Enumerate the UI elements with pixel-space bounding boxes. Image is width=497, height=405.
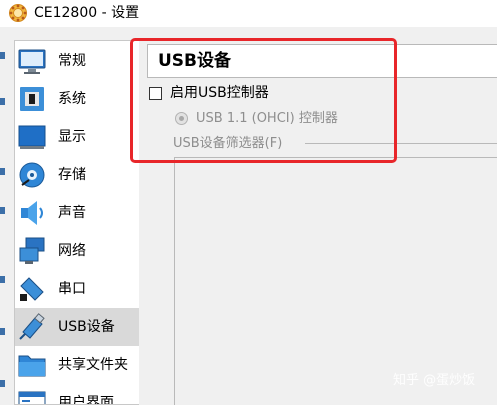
user-interface-icon [18, 391, 46, 404]
speaker-icon [21, 201, 43, 225]
title-bar: CE12800 - 设置 [0, 0, 497, 27]
sidebar-item-shared-folders[interactable]: 共享文件夹 [15, 346, 139, 384]
folder-icon [18, 355, 46, 377]
sidebar-item-label: 系统 [58, 91, 86, 107]
sidebar-item-serial[interactable]: 串口 [15, 270, 139, 308]
display-icon [18, 125, 46, 149]
background-window-edge [0, 40, 6, 405]
sidebar-item-label: 显示 [58, 129, 86, 145]
sidebar-item-label: USB设备 [58, 319, 115, 335]
monitor-icon [18, 49, 46, 74]
sidebar-item-label: 网络 [58, 243, 86, 259]
serial-port-icon [20, 277, 44, 301]
annotation-highlight-box [130, 38, 397, 163]
settings-sidebar: 常规 系统 显示 存储 声音 网络 串口 USB设备 共享文件夹 用户界面 [14, 40, 139, 405]
sidebar-item-user-interface[interactable]: 用户界面 [15, 384, 139, 405]
sidebar-item-network[interactable]: 网络 [15, 232, 139, 270]
sidebar-item-audio[interactable]: 声音 [15, 194, 139, 232]
sidebar-item-system[interactable]: 系统 [15, 80, 139, 118]
window-title: CE12800 - 设置 [34, 5, 140, 21]
sidebar-item-label: 声音 [58, 205, 86, 221]
usb-filters-list[interactable] [174, 157, 497, 405]
sidebar-item-usb[interactable]: USB设备 [15, 308, 139, 346]
sidebar-item-label: 常规 [58, 53, 86, 69]
chip-icon [20, 87, 44, 111]
usb-icon [19, 313, 45, 340]
sidebar-item-label: 存储 [58, 167, 86, 183]
sidebar-item-general[interactable]: 常规 [15, 42, 139, 80]
watermark: 知乎 @蛋炒饭 [393, 373, 476, 388]
sidebar-item-label: 串口 [58, 281, 86, 297]
disk-icon [19, 162, 45, 188]
network-icon [19, 237, 45, 264]
sidebar-item-display[interactable]: 显示 [15, 118, 139, 156]
sidebar-item-label: 用户界面 [58, 395, 114, 405]
sidebar-item-label: 共享文件夹 [58, 357, 128, 373]
sidebar-item-storage[interactable]: 存储 [15, 156, 139, 194]
gear-app-icon [9, 4, 27, 22]
